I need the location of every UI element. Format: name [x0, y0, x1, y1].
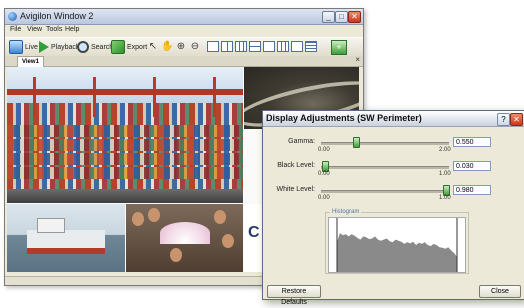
tab-close-icon[interactable]: × [355, 55, 360, 64]
white-level-slider-track[interactable] [321, 190, 449, 193]
playback-button[interactable]: Playback [39, 40, 79, 54]
person [214, 210, 226, 224]
dock-ground [7, 189, 243, 203]
menu-view[interactable]: View [27, 26, 42, 33]
black-level-max-label: 1.00 [439, 171, 451, 177]
gamma-label: Gamma: [288, 138, 315, 145]
export-button[interactable]: Export [111, 40, 147, 54]
gamma-min-label: 0.00 [318, 147, 330, 153]
menu-bar: File View Tools Help [5, 25, 363, 36]
close-window-button[interactable]: ✕ [348, 11, 361, 23]
camera-tile-crowd[interactable] [126, 204, 243, 272]
white-level-min-label: 0.00 [318, 195, 330, 201]
layout-1x1-icon[interactable] [207, 41, 219, 52]
export-label: Export [127, 43, 148, 51]
gamma-slider-track[interactable] [321, 142, 449, 145]
dialog-titlebar[interactable]: Display Adjustments (SW Perimeter) ? ✕ [263, 111, 524, 127]
camera-tile-partial[interactable]: C [244, 204, 264, 272]
ship-hull [27, 230, 105, 254]
histogram-area [337, 233, 457, 272]
crane-beam [7, 89, 243, 95]
person [132, 212, 144, 226]
camera-overlay-letter: C [248, 224, 260, 241]
black-level-min-label: 0.00 [318, 171, 330, 177]
gamma-value-input[interactable]: 0.550 [453, 137, 491, 147]
menu-tools[interactable]: Tools [46, 26, 62, 33]
playback-label: Playback [51, 43, 80, 51]
search-button[interactable]: Search [77, 40, 113, 54]
dialog-title: Display Adjustments (SW Perimeter) [266, 113, 422, 123]
container-row [7, 125, 243, 137]
help-button[interactable]: ? [497, 113, 510, 126]
black-level-value-input[interactable]: 0.030 [453, 161, 491, 171]
tab-view1-label: View1 [22, 59, 39, 65]
container-row [7, 167, 243, 179]
umbrella [160, 222, 210, 244]
layout-2x2-icon[interactable] [249, 41, 261, 52]
camera-tile-ship[interactable] [7, 204, 125, 272]
tab-view1[interactable]: View1 [17, 56, 44, 67]
person [222, 234, 234, 248]
crane-structures [7, 77, 243, 117]
layout-custom-icon[interactable] [305, 41, 317, 52]
pan-hand-icon[interactable]: ✋ [161, 41, 173, 53]
window-title: Avigilon Window 2 [20, 11, 94, 21]
container-row [7, 139, 243, 151]
layout-big-small-icon[interactable] [263, 41, 275, 52]
histogram-label: Histogram [330, 209, 362, 215]
restore-defaults-button[interactable]: Restore Defaults [267, 285, 321, 306]
live-button[interactable]: Live [9, 40, 38, 54]
zoom-out-icon[interactable]: ⊖ [189, 41, 201, 53]
black-level-slider-track[interactable] [321, 166, 449, 169]
layout-4x4-icon[interactable] [291, 41, 303, 52]
search-icon [77, 41, 89, 53]
person [170, 248, 182, 262]
black-level-label: Black Level: [277, 162, 315, 169]
view-tab-bar: View1 × [5, 55, 363, 67]
white-level-max-label: 1.00 [439, 195, 451, 201]
histogram-plot [328, 217, 466, 273]
add-view-icon[interactable]: + [331, 40, 347, 55]
close-button[interactable]: Close [479, 285, 521, 298]
ship-bridge [37, 218, 65, 233]
container-row [7, 153, 243, 165]
camera-tile-port-cranes[interactable] [7, 67, 243, 203]
layout-grid-icon[interactable] [235, 41, 247, 52]
gamma-slider-thumb[interactable] [353, 137, 361, 148]
display-adjustments-dialog: Display Adjustments (SW Perimeter) ? ✕ G… [262, 110, 524, 306]
dialog-close-icon[interactable]: ✕ [510, 113, 523, 126]
maximize-button[interactable]: □ [335, 11, 348, 23]
live-label: Live [25, 43, 38, 51]
menu-file[interactable]: File [10, 26, 21, 33]
avigilon-app-icon [8, 12, 17, 21]
menu-help[interactable]: Help [65, 26, 79, 33]
minimize-button[interactable]: _ [322, 11, 335, 23]
white-level-value-input[interactable]: 0.980 [453, 185, 491, 195]
white-level-label: White Level: [276, 186, 315, 193]
pointer-tool-icon[interactable]: ↖ [147, 41, 159, 53]
histogram-chart [336, 218, 458, 272]
live-icon [9, 40, 23, 54]
playback-icon [39, 41, 49, 53]
person [148, 208, 160, 222]
main-toolbar: Live Playback Search Export ↖ ✋ ⊕ ⊖ + [5, 37, 363, 57]
zoom-in-icon[interactable]: ⊕ [175, 41, 187, 53]
export-icon [111, 40, 125, 54]
layout-3x3-icon[interactable] [277, 41, 289, 52]
window-titlebar[interactable]: Avigilon Window 2 _ □ ✕ [5, 9, 363, 25]
layout-2x1-icon[interactable] [221, 41, 233, 52]
gamma-max-label: 2.00 [439, 147, 451, 153]
search-label: Search [91, 43, 114, 51]
histogram-group: Histogram [325, 209, 469, 274]
